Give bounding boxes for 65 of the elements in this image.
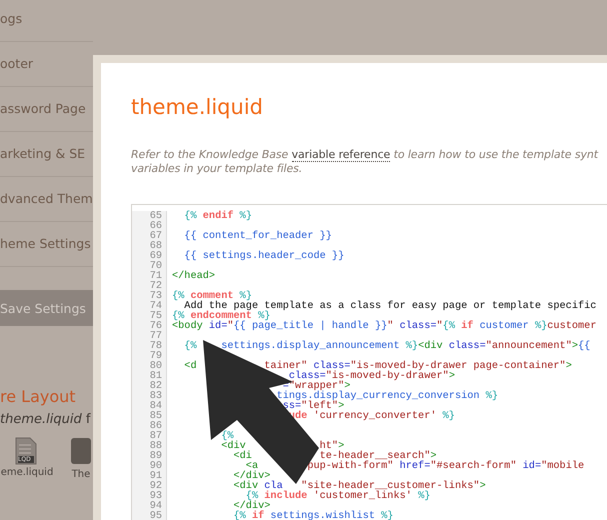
line-number: 78 bbox=[132, 341, 167, 351]
line-number: 86 bbox=[132, 421, 167, 431]
code-line: {% endcomment %} bbox=[172, 311, 270, 321]
line-number: 83 bbox=[132, 391, 167, 401]
line-number: 87 bbox=[132, 431, 167, 441]
line-number: 93 bbox=[132, 491, 167, 501]
code-line: {% bbox=[220, 431, 234, 441]
code-line: </div> bbox=[232, 501, 270, 511]
section-title: re Layout bbox=[0, 387, 77, 406]
line-number: 74 bbox=[132, 301, 167, 311]
line-number: 66 bbox=[132, 221, 167, 231]
code-line: <a pup-with-form" href="#search-form" id="mobile bbox=[246, 461, 584, 471]
line-number: 79 bbox=[132, 351, 167, 361]
code-line: {% if settings.wishlist %} bbox=[232, 511, 394, 520]
line-number: 75 bbox=[132, 311, 167, 321]
line-number: 80 bbox=[132, 361, 167, 371]
code-line: {% endif %} bbox=[183, 211, 252, 221]
dialog-title: theme.liquid bbox=[131, 94, 264, 121]
code-line: {{ content_for_header }} bbox=[183, 231, 332, 241]
code-line: <d tainer" class="is-moved-by-drawer page-container"> bbox=[183, 361, 572, 371]
line-number: 89 bbox=[132, 451, 167, 461]
line-number: 67 bbox=[132, 231, 167, 241]
line-number: 68 bbox=[132, 241, 167, 251]
code-line: {% comment %} bbox=[172, 291, 252, 301]
file-icon[interactable] bbox=[15, 437, 37, 465]
sidebar-item[interactable]: ogs bbox=[0, 0, 93, 42]
code-line: <div ht"> bbox=[220, 441, 344, 451]
line-number: 85 bbox=[132, 411, 167, 421]
variable-reference-link[interactable]: variable reference bbox=[292, 148, 390, 162]
code-editor[interactable] bbox=[131, 204, 607, 520]
line-number: 70 bbox=[132, 261, 167, 271]
code-line: <div cla "site-header__customer-links"> bbox=[232, 481, 486, 491]
line-number: 71 bbox=[132, 271, 167, 281]
code-line: </div> bbox=[232, 471, 270, 481]
code-line: class="is-moved-by-drawer"> bbox=[288, 371, 455, 381]
file-icon[interactable] bbox=[70, 437, 92, 465]
line-number: 73 bbox=[132, 291, 167, 301]
line-number: 69 bbox=[132, 251, 167, 261]
line-number: 88 bbox=[132, 441, 167, 451]
code-line: <body id="{{ page_title | handle }}" class="{% if customer %}customer bbox=[172, 321, 596, 331]
line-number: 82 bbox=[132, 381, 167, 391]
code-line: tings.display_currency_conversion %} bbox=[276, 391, 498, 401]
file-name[interactable]: eme.liquid bbox=[0, 467, 55, 478]
file-name[interactable]: The bbox=[53, 469, 109, 480]
line-number: 94 bbox=[132, 501, 167, 511]
code-line: {% include 'customer_links' %} bbox=[246, 491, 430, 501]
code-line: Add the page template as a class for easy page or template specific bbox=[184, 301, 596, 311]
description-text: Refer to the Knowledge Base variable reference to learn how to use the template synt variables in your template files. bbox=[131, 148, 600, 176]
line-number: 65 bbox=[132, 211, 167, 221]
line-number: 95 bbox=[132, 511, 167, 520]
code-line: {{ settings.header_code }} bbox=[183, 251, 344, 261]
line-number: 76 bbox=[132, 321, 167, 331]
code-line: </head> bbox=[172, 271, 216, 281]
code-line: <di te-header__search"> bbox=[232, 451, 437, 461]
section-text: theme.liquid f bbox=[0, 412, 92, 427]
code-line: {% settings.display_announcement %}<div class="announcement">{{ bbox=[183, 341, 590, 351]
code-line: ss="left"> bbox=[282, 401, 344, 411]
line-number: 92 bbox=[132, 481, 167, 491]
line-number: 77 bbox=[132, 331, 167, 341]
line-number: 91 bbox=[132, 471, 167, 481]
line-number: 84 bbox=[132, 401, 167, 411]
save-settings-button[interactable]: Save Settings bbox=[0, 290, 93, 326]
line-number: 72 bbox=[132, 281, 167, 291]
line-number: 81 bbox=[132, 371, 167, 381]
line-number: 90 bbox=[132, 461, 167, 471]
